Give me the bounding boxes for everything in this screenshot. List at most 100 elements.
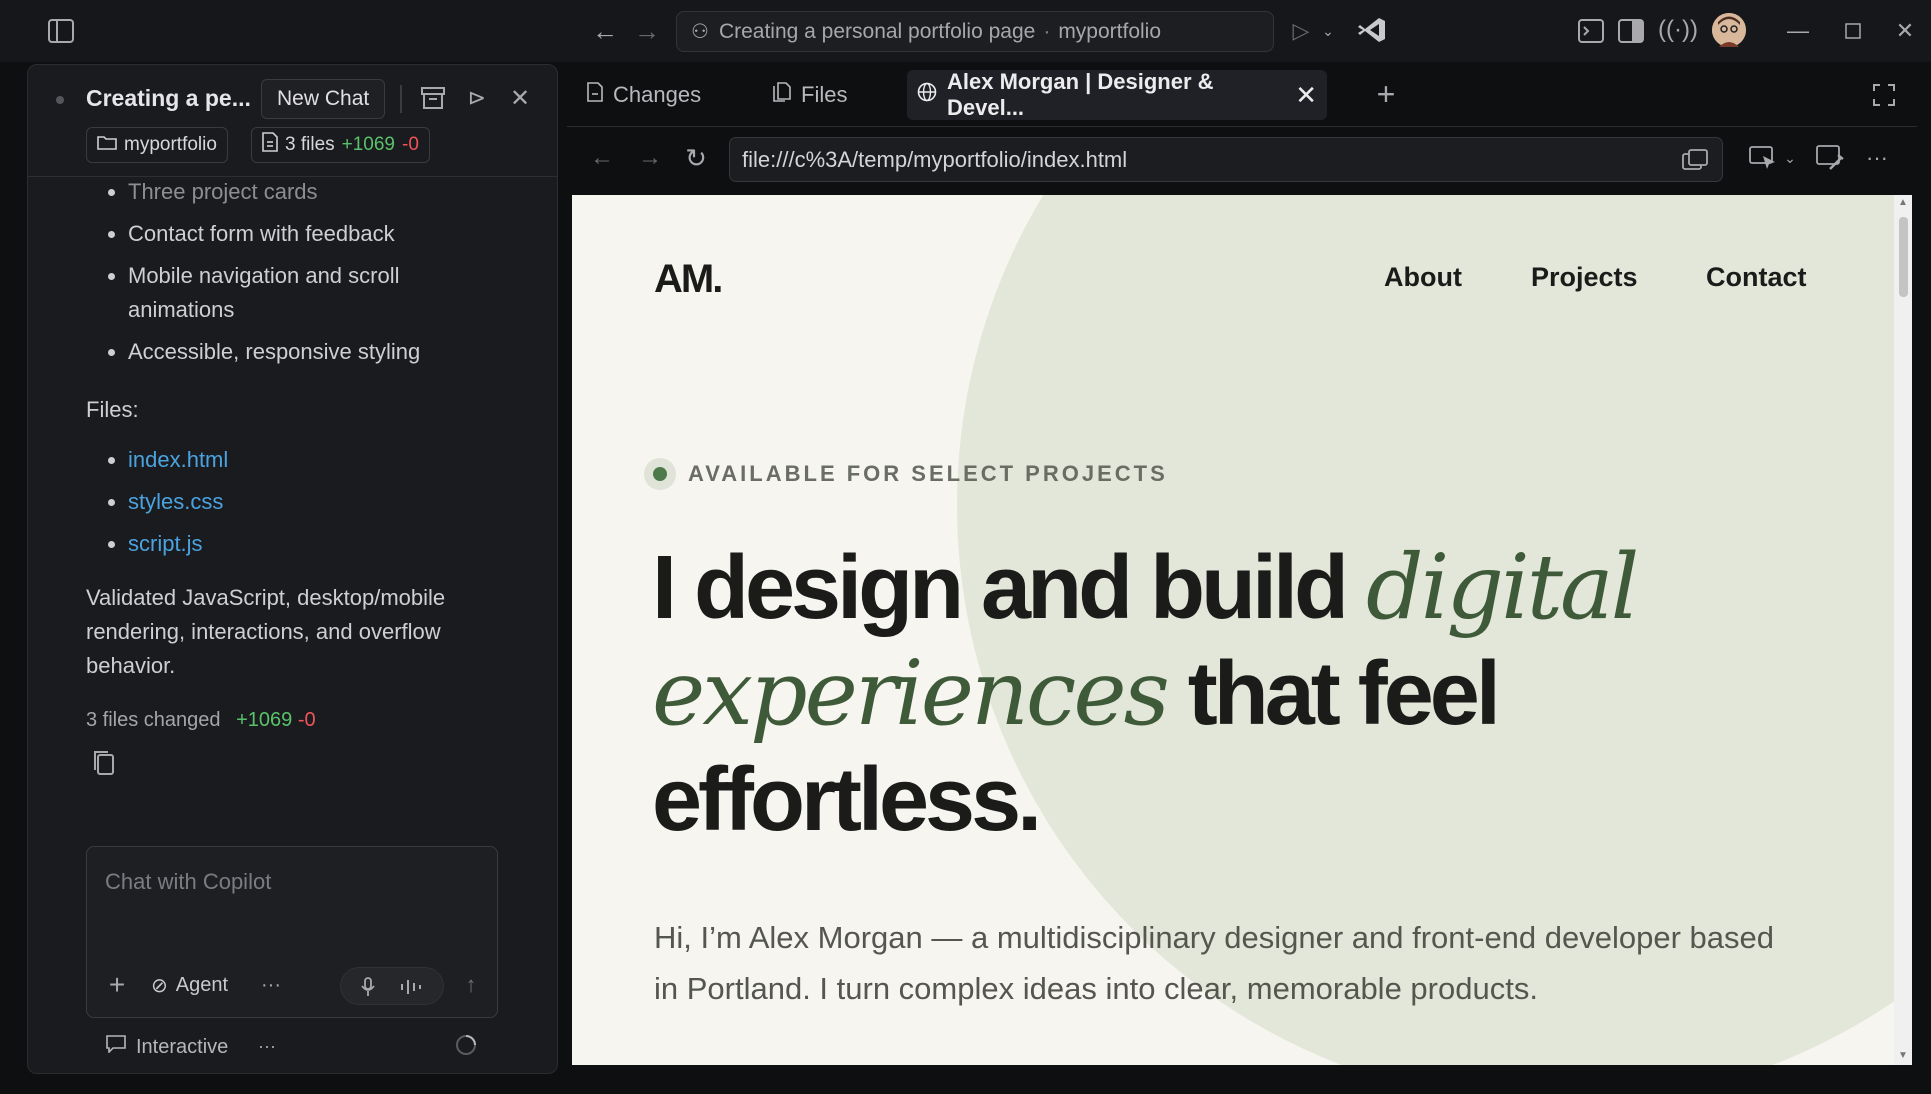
forward-arrow-icon[interactable]: →	[632, 16, 662, 46]
additions-count: +1069	[341, 134, 396, 155]
toggle-sidebar-icon[interactable]	[46, 16, 76, 46]
file-diff-icon	[262, 132, 278, 158]
loading-spinner-icon	[453, 1032, 479, 1058]
file-link-script[interactable]: script.js	[108, 527, 516, 561]
chat-message: Three project cards Contact form with fe…	[86, 177, 516, 779]
folder-chip[interactable]: myportfolio	[86, 127, 228, 163]
chat-header: Creating a pe... New Chat ⊳ ✕ myportfoli…	[28, 65, 557, 177]
files-chip-label: 3 files	[285, 134, 335, 155]
additions-count: +1069	[236, 709, 293, 731]
terminal-icon[interactable]	[1576, 16, 1606, 46]
devtools-icon[interactable]	[1814, 143, 1846, 173]
toggle-panel-icon[interactable]	[1616, 16, 1646, 46]
availability-text: AVAILABLE FOR SELECT PROJECTS	[688, 461, 1168, 486]
url-text[interactable]: file:///c%3A/temp/myportfolio/index.html	[742, 147, 1127, 173]
nav-link-about[interactable]: About	[1384, 262, 1462, 293]
url-bar[interactable]: file:///c%3A/temp/myportfolio/index.html	[729, 137, 1723, 182]
new-chat-button[interactable]: New Chat	[261, 79, 386, 119]
tab-label: Alex Morgan | Designer & Devel...	[947, 69, 1214, 120]
voice-wave-icon[interactable]	[397, 973, 427, 1001]
pin-icon[interactable]: ⊳	[462, 83, 492, 113]
list-item: Contact form with feedback	[108, 217, 516, 251]
run-icon[interactable]: ▷	[1288, 16, 1314, 46]
files-changed-label: 3 files changed	[86, 709, 221, 731]
browser-viewport: AM. About Projects Contact AVAILABLE FOR…	[572, 195, 1894, 1065]
nav-link-contact[interactable]: Contact	[1706, 262, 1807, 293]
command-center-title: Creating a personal portfolio page	[718, 19, 1036, 43]
chevron-down-icon[interactable]: ⌄	[1781, 145, 1799, 171]
chevron-down-icon[interactable]: ⌄	[1318, 18, 1338, 44]
files-chip[interactable]: 3 files +1069 -0	[251, 127, 430, 163]
agent-icon: ⊘	[151, 975, 168, 997]
archive-icon[interactable]	[418, 83, 448, 113]
microphone-icon[interactable]	[355, 973, 381, 1001]
send-arrow-icon[interactable]: ↑	[457, 971, 485, 999]
chat-title: Creating a pe...	[86, 85, 251, 111]
page-scrollbar[interactable]: ▲ ▼	[1894, 195, 1912, 1065]
list-item: Accessible, responsive styling	[108, 335, 516, 369]
tab-label: Files	[801, 82, 848, 107]
minimize-icon[interactable]: —	[1783, 16, 1813, 46]
copilot-icon: ⚇	[691, 21, 709, 43]
hero-heading: I design and build digital experiences th…	[652, 535, 1639, 850]
browser-back-icon[interactable]: ←	[587, 143, 617, 173]
more-icon[interactable]: ···	[1862, 143, 1892, 173]
agent-mode-picker[interactable]: ⊘ Agent	[151, 973, 228, 998]
status-dot	[644, 458, 676, 490]
deletions-count: -0	[402, 134, 419, 155]
agent-mode-label: Agent	[175, 974, 229, 996]
more-options-icon[interactable]: ···	[254, 1033, 280, 1059]
vscode-logo-icon[interactable]	[1356, 14, 1388, 46]
separator-dot: ·	[1043, 19, 1051, 43]
scrollbar-thumb[interactable]	[1899, 217, 1908, 297]
folder-icon	[97, 134, 117, 156]
chat-input[interactable]: Chat with Copilot	[105, 869, 271, 895]
more-icon[interactable]: ···	[257, 971, 285, 999]
close-tab-icon[interactable]: ✕	[1295, 80, 1317, 111]
command-center[interactable]: ⚇ Creating a personal portfolio page · m…	[676, 11, 1274, 52]
add-icon[interactable]: +	[103, 969, 131, 1000]
copy-icon[interactable]	[92, 749, 118, 779]
new-tab-icon[interactable]: +	[1370, 76, 1402, 112]
tab-label: Changes	[613, 82, 702, 107]
interactive-toggle[interactable]: Interactive	[106, 1035, 228, 1059]
select-element-icon[interactable]	[1747, 143, 1779, 173]
title-bar: ← → ⚇ Creating a personal portfolio page…	[0, 0, 1931, 62]
reload-icon[interactable]: ↻	[681, 143, 711, 173]
comment-icon	[106, 1035, 126, 1059]
chat-panel: Creating a pe... New Chat ⊳ ✕ myportfoli…	[27, 64, 558, 1074]
chat-composer[interactable]: Chat with Copilot + ⊘ Agent ··· ↑	[86, 846, 498, 1018]
files-changed-summary: 3 files changed +1069 -0	[86, 703, 516, 737]
file-link-styles[interactable]: styles.css	[108, 485, 516, 519]
nav-link-projects[interactable]: Projects	[1531, 262, 1638, 293]
file-link-index[interactable]: index.html	[108, 443, 516, 477]
close-window-icon[interactable]: ✕	[1890, 16, 1920, 46]
divider	[400, 85, 402, 113]
maximize-icon[interactable]	[1838, 16, 1868, 46]
availability-badge: AVAILABLE FOR SELECT PROJECTS	[644, 458, 1168, 490]
summary-text: Validated JavaScript, desktop/mobile ren…	[86, 585, 446, 678]
list-item: Three project cards	[108, 175, 516, 209]
hero-intro: Hi, I’m Alex Morgan — a multidisciplinar…	[654, 920, 1775, 1006]
avatar[interactable]	[1712, 13, 1746, 47]
screencast-icon[interactable]	[1680, 146, 1710, 174]
tab-browser-preview[interactable]: Alex Morgan | Designer & Devel... ✕	[907, 69, 1327, 120]
browser-forward-icon[interactable]: →	[635, 143, 665, 173]
scroll-up-icon[interactable]: ▲	[1898, 197, 1908, 208]
status-dot	[56, 96, 64, 104]
folder-chip-label: myportfolio	[124, 134, 217, 155]
tab-files[interactable]: Files	[773, 70, 847, 120]
command-center-workspace: myportfolio	[1058, 19, 1162, 43]
files-icon	[773, 82, 791, 108]
close-chat-icon[interactable]: ✕	[505, 83, 535, 113]
broadcast-icon[interactable]: ((·))	[1658, 14, 1698, 46]
editor-tab-bar: Changes Files Alex Morgan | Designer & D…	[567, 64, 1917, 126]
back-arrow-icon[interactable]: ←	[590, 16, 620, 46]
scroll-down-icon[interactable]: ▼	[1898, 1050, 1908, 1061]
interactive-label: Interactive	[136, 1035, 229, 1058]
site-logo[interactable]: AM.	[654, 257, 723, 302]
fullscreen-icon[interactable]	[1869, 80, 1899, 110]
browser-toolbar: ← → ↻ file:///c%3A/temp/myportfolio/inde…	[567, 126, 1917, 188]
tab-changes[interactable]: Changes	[587, 70, 701, 120]
files-heading: Files:	[86, 397, 139, 422]
